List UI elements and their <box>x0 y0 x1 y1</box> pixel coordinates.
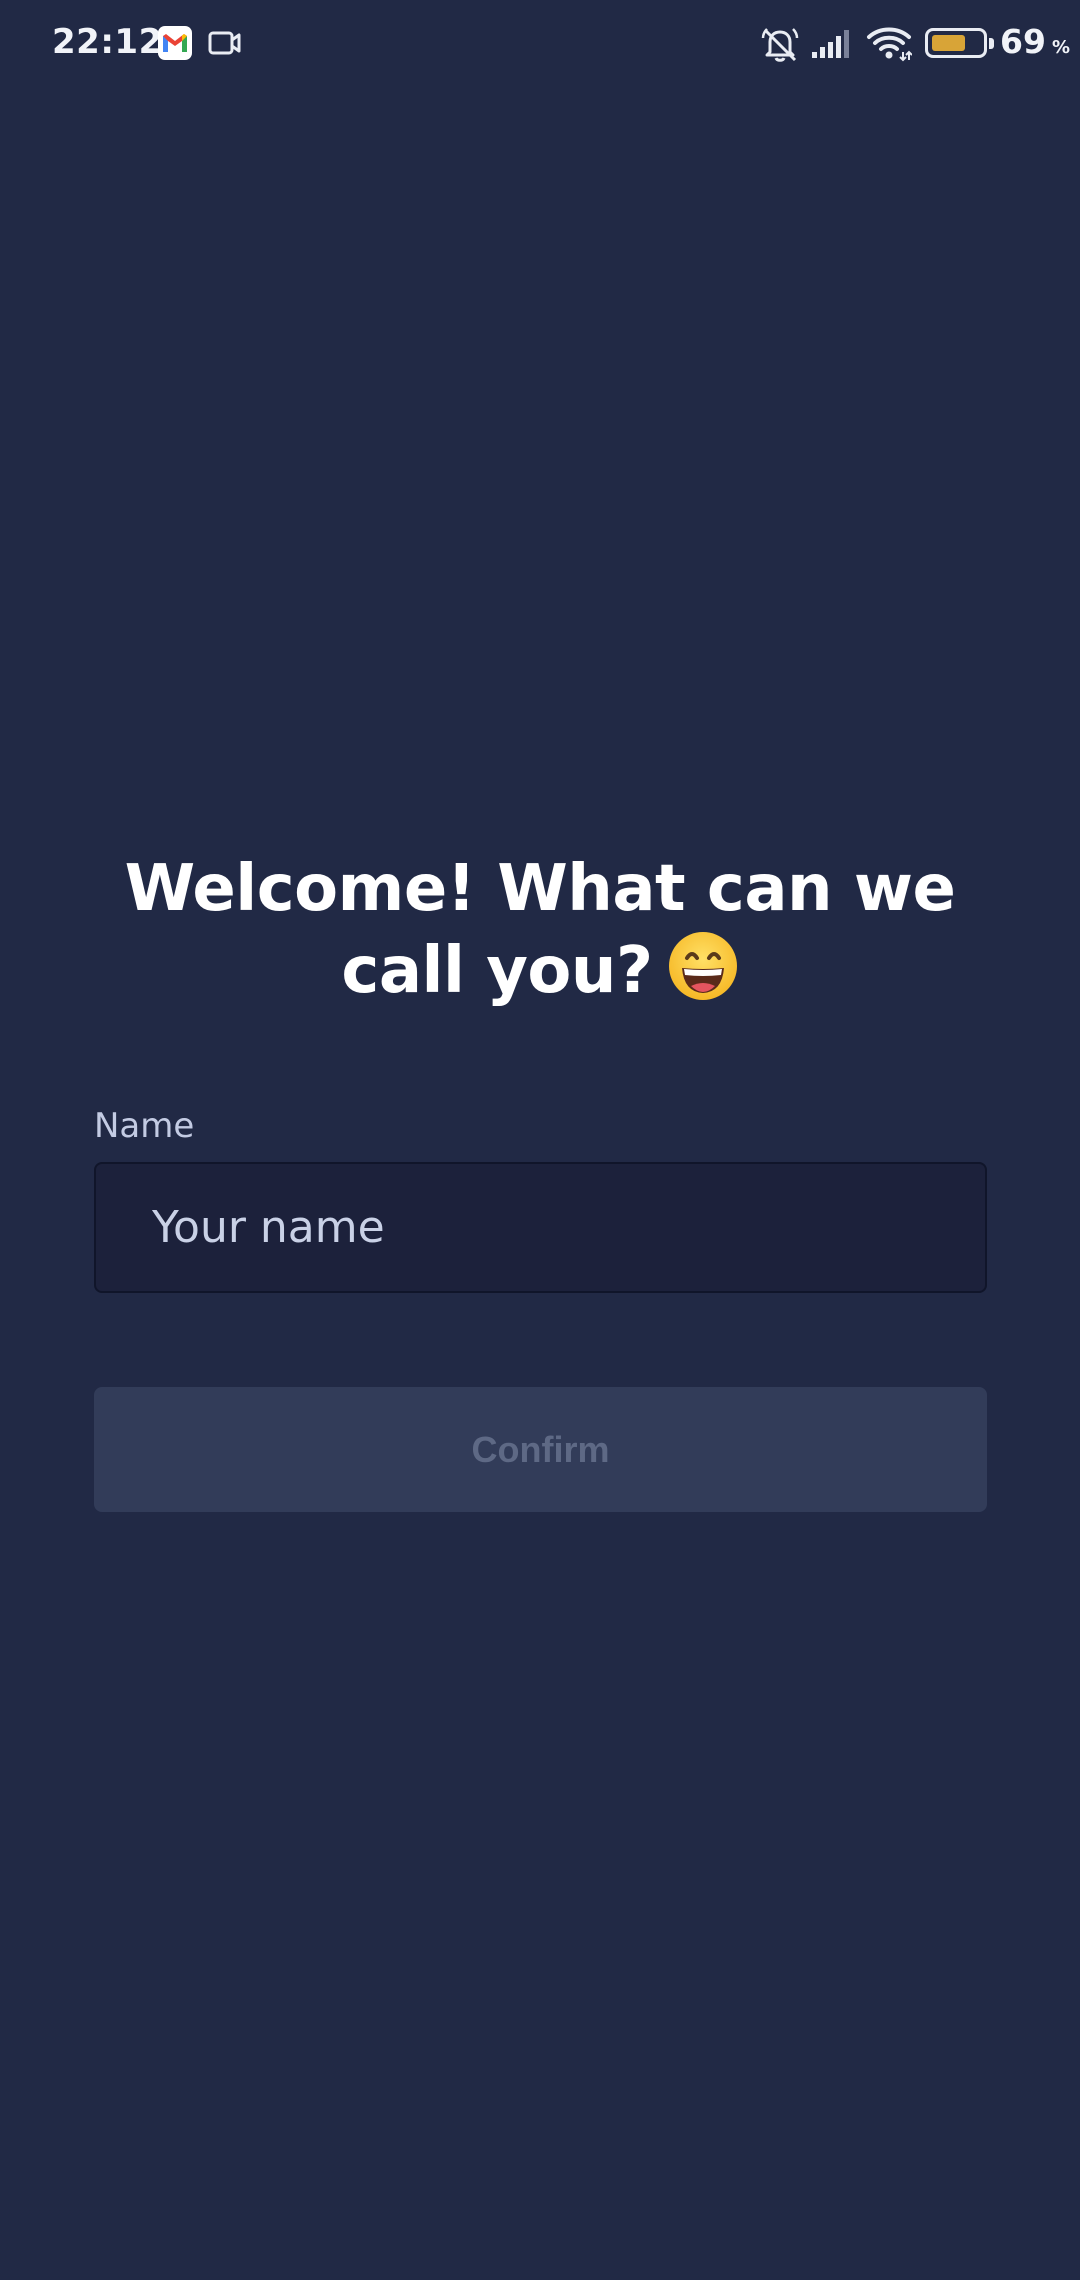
wifi-icon <box>866 26 913 67</box>
title-text: Welcome! What can we call you? <box>124 852 956 1008</box>
battery-tip <box>989 38 994 49</box>
page-title: Welcome! What can we call you? <box>94 848 986 1012</box>
name-input[interactable] <box>94 1162 987 1293</box>
signal-icon <box>810 28 852 65</box>
video-icon <box>208 30 242 61</box>
battery-icon <box>925 28 987 58</box>
battery-percent-unit: % <box>1051 37 1070 58</box>
battery-percentage: 69% <box>1000 22 1070 61</box>
silent-bell-icon <box>760 24 800 69</box>
battery-percent-value: 69 <box>1000 22 1046 61</box>
battery-level-fill <box>932 35 965 51</box>
status-time: 22:12 <box>52 22 163 62</box>
gmail-icon <box>158 26 192 60</box>
name-field-label: Name <box>94 1106 195 1146</box>
grinning-face-emoji-icon <box>667 930 739 1002</box>
status-bar: 22:12 69 % <box>0 0 1080 90</box>
confirm-button[interactable]: Confirm <box>94 1387 987 1512</box>
